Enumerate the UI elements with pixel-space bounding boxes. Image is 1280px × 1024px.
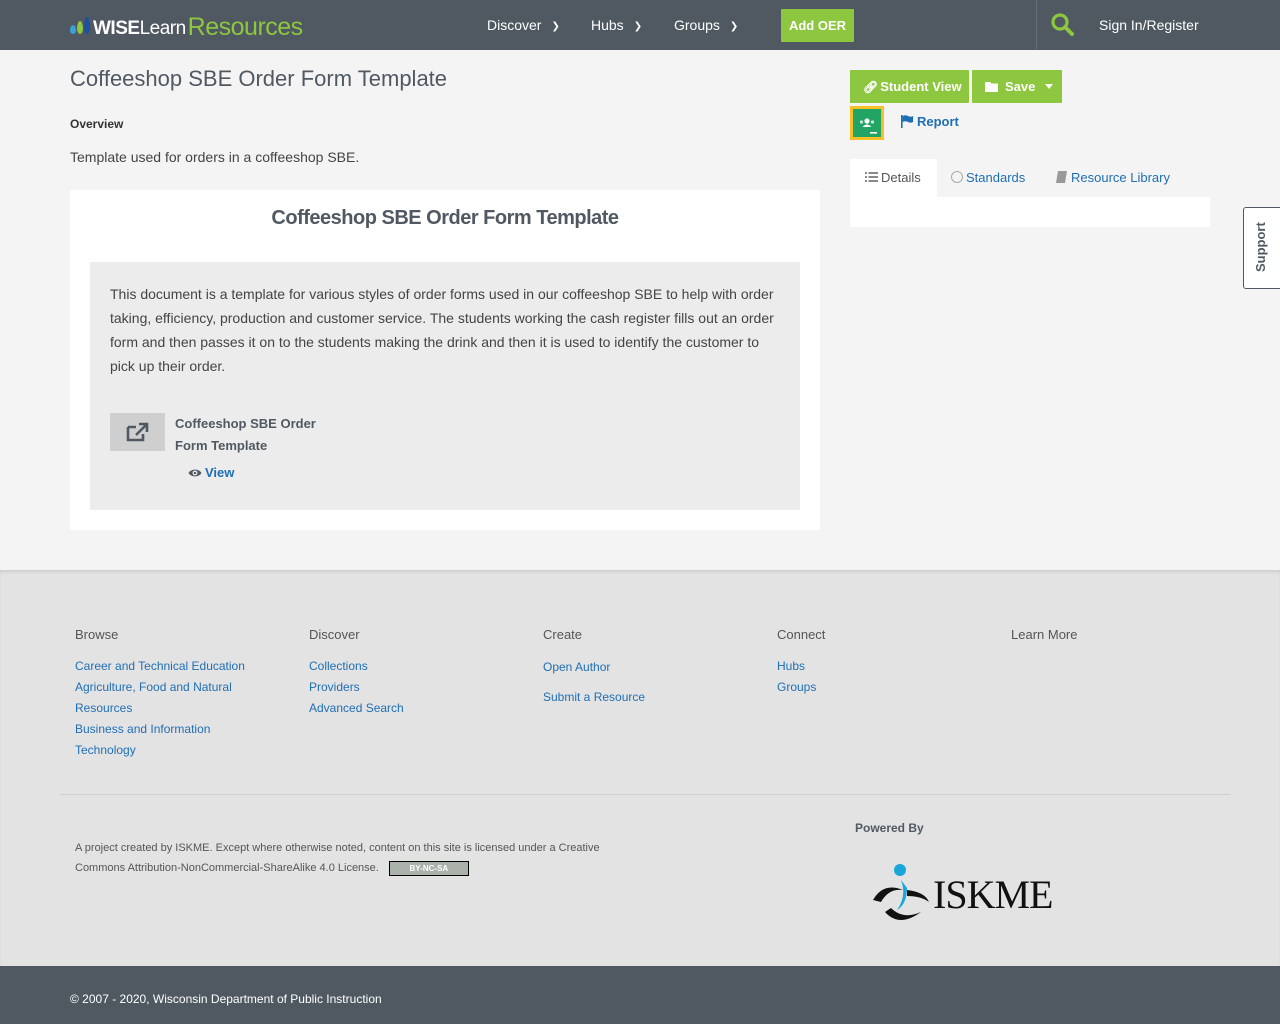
folder-icon <box>985 71 999 104</box>
footer-column-discover: Discover Collections Providers Advanced … <box>309 627 499 719</box>
google-classroom-button[interactable] <box>850 106 884 140</box>
license-text: A project created by ISKME. Except where… <box>75 842 600 874</box>
tab-resource-library-label: Resource Library <box>1071 170 1170 185</box>
license-notice: A project created by ISKME. Except where… <box>75 838 635 878</box>
book-icon <box>1056 160 1067 198</box>
resource-link-title[interactable]: Coffeeshop SBE Order Form Template <box>175 413 325 457</box>
footer-link[interactable]: Groups <box>777 677 967 698</box>
sign-in-register-link[interactable]: Sign In/Register <box>1099 0 1199 50</box>
page-title: Coffeeshop SBE Order Form Template <box>70 66 448 91</box>
caret-down-icon <box>1045 84 1054 89</box>
footer-link[interactable]: Business and Information Technology <box>75 719 265 761</box>
tab-standards[interactable]: Standards <box>951 159 1025 197</box>
footer-link[interactable]: Open Author <box>543 652 733 682</box>
flag-icon <box>900 115 914 128</box>
google-classroom-icon <box>853 109 881 137</box>
save-label: Save <box>1005 79 1036 94</box>
add-oer-button[interactable]: Add OER <box>781 9 854 42</box>
footer-column-connect: Connect Hubs Groups <box>777 627 967 698</box>
view-link[interactable]: View <box>188 465 234 480</box>
link-icon: 🔗︎ <box>863 80 879 94</box>
student-view-label: Student View <box>880 79 962 94</box>
resource-description: This document is a template for various … <box>110 286 774 374</box>
powered-by-label: Powered By <box>855 821 924 835</box>
cc-license-badge[interactable]: BY-NC-SA <box>388 860 469 876</box>
top-navbar: WISE Learn Resources Discover ❯ Hubs ❯ Group… <box>0 0 1280 50</box>
tab-panel <box>850 197 1210 227</box>
footer-link[interactable]: Career and Technical Education <box>75 656 265 677</box>
tab-details-label: Details <box>881 170 921 185</box>
footer-link[interactable]: Hubs <box>777 656 967 677</box>
chevron-down-icon: ❯ <box>551 21 560 32</box>
footer-link[interactable]: Advanced Search <box>309 698 499 719</box>
site-logo[interactable]: WISE Learn Resources <box>70 12 303 41</box>
iskme-wordmark: ISKME <box>933 871 1053 917</box>
nav-hubs-label: Hubs <box>591 17 624 33</box>
nav-groups-label: Groups <box>674 17 720 33</box>
chevron-down-icon: ❯ <box>729 21 739 32</box>
footer-column-create: Create Open Author Submit a Resource <box>543 627 733 712</box>
footer-divider <box>60 794 1230 795</box>
external-link-icon[interactable] <box>110 413 165 451</box>
footer-heading: Learn More <box>1011 627 1078 642</box>
footer-column-learn-more: Learn More <box>1011 627 1201 656</box>
footer-link[interactable]: Submit a Resource <box>543 682 733 712</box>
logo-learn: Learn <box>139 18 187 39</box>
overview-text: Template used for orders in a coffeeshop… <box>70 149 360 165</box>
cc-badge-label: BY-NC-SA <box>409 863 449 873</box>
footer-link[interactable]: Collections <box>309 656 499 677</box>
footer-link[interactable]: Agriculture, Food and Natural Resources <box>75 677 265 719</box>
logo-drops-icon <box>70 14 91 34</box>
tab-resource-library[interactable]: Resource Library <box>1056 159 1170 197</box>
nav-divider <box>1036 0 1037 50</box>
eye-icon <box>188 468 202 478</box>
footer-column-browse: Browse Career and Technical Education Ag… <box>75 627 265 761</box>
tab-details[interactable]: Details <box>850 159 937 197</box>
report-label: Report <box>917 114 959 129</box>
logo-wise: WISE <box>93 18 140 39</box>
support-tab[interactable]: Support <box>1243 207 1280 289</box>
support-label: Support <box>1253 222 1268 272</box>
circle-icon <box>951 171 963 183</box>
footer-heading: Connect <box>777 627 826 642</box>
student-view-button[interactable]: 🔗︎ Student View <box>850 70 969 103</box>
copyright-text: © 2007 - 2020, Wisconsin Department of P… <box>70 992 382 1006</box>
resource-tabs: Details Standards Resource Library <box>850 159 1210 197</box>
footer-heading: Browse <box>75 627 119 642</box>
view-label: View <box>205 465 235 480</box>
nav-discover-label: Discover <box>487 17 542 33</box>
footer-link[interactable]: Providers <box>309 677 499 698</box>
list-icon <box>865 159 878 197</box>
nav-discover[interactable]: Discover ❯ <box>487 0 560 50</box>
search-icon[interactable] <box>1050 12 1076 38</box>
iskme-logo[interactable]: ISKME <box>865 860 1053 928</box>
logo-resources: Resources <box>187 13 304 41</box>
footer-heading: Discover <box>309 627 360 642</box>
save-button[interactable]: Save <box>972 70 1062 103</box>
report-link[interactable]: Report <box>900 114 959 129</box>
chevron-down-icon: ❯ <box>633 21 643 32</box>
iskme-figure-icon <box>865 860 931 928</box>
card-title: Coffeeshop SBE Order Form Template <box>271 207 619 229</box>
nav-groups[interactable]: Groups ❯ <box>674 0 738 50</box>
footer-heading: Create <box>543 627 583 642</box>
overview-label: Overview <box>70 117 124 131</box>
tab-standards-label: Standards <box>966 170 1026 185</box>
nav-hubs[interactable]: Hubs ❯ <box>591 0 642 50</box>
